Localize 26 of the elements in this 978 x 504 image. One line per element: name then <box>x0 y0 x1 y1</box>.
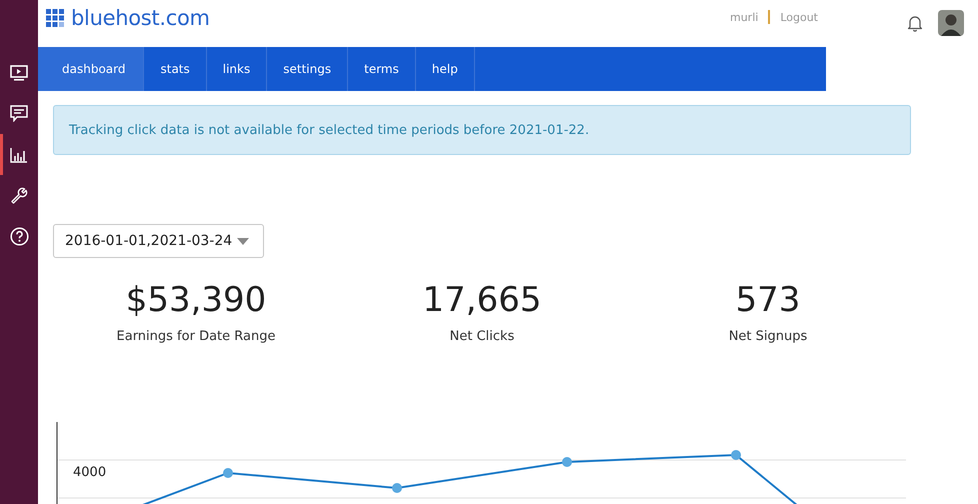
nav-tab[interactable]: dashboard <box>38 47 144 91</box>
help-icon <box>10 227 28 246</box>
chat-icon <box>10 105 28 122</box>
nav-tab[interactable]: terms <box>348 47 416 91</box>
nav-tab[interactable]: stats <box>144 47 207 91</box>
nav-tab[interactable]: links <box>206 47 268 91</box>
stat-label: Earnings for Date Range <box>116 329 276 344</box>
logo-grid-icon <box>46 9 64 27</box>
username: murli <box>730 10 758 24</box>
stat-value: $53,390 <box>126 279 266 322</box>
info-alert: Tracking click data is not available for selected time periods before 2021-01-22. <box>53 105 911 155</box>
logo-text: bluehost.com <box>71 6 210 30</box>
nav-tab[interactable]: settings <box>267 47 348 91</box>
stat-value: 573 <box>736 279 800 322</box>
avatar[interactable] <box>938 10 964 36</box>
stat-value: 17,665 <box>422 279 542 322</box>
stat-label: Net Clicks <box>450 329 514 344</box>
notification-bell-icon[interactable] <box>907 15 923 32</box>
bar-chart-icon <box>10 146 28 162</box>
axis-tick-label: 4000 <box>73 465 106 480</box>
wrench-icon <box>10 186 28 204</box>
caret-icon <box>237 238 249 244</box>
nav-tab[interactable]: help <box>416 47 475 91</box>
video-icon <box>10 64 28 80</box>
stat-label: Net Signups <box>728 329 808 344</box>
date-range-dropdown[interactable]: 2016-01-01,2021-03-24 <box>53 224 264 258</box>
